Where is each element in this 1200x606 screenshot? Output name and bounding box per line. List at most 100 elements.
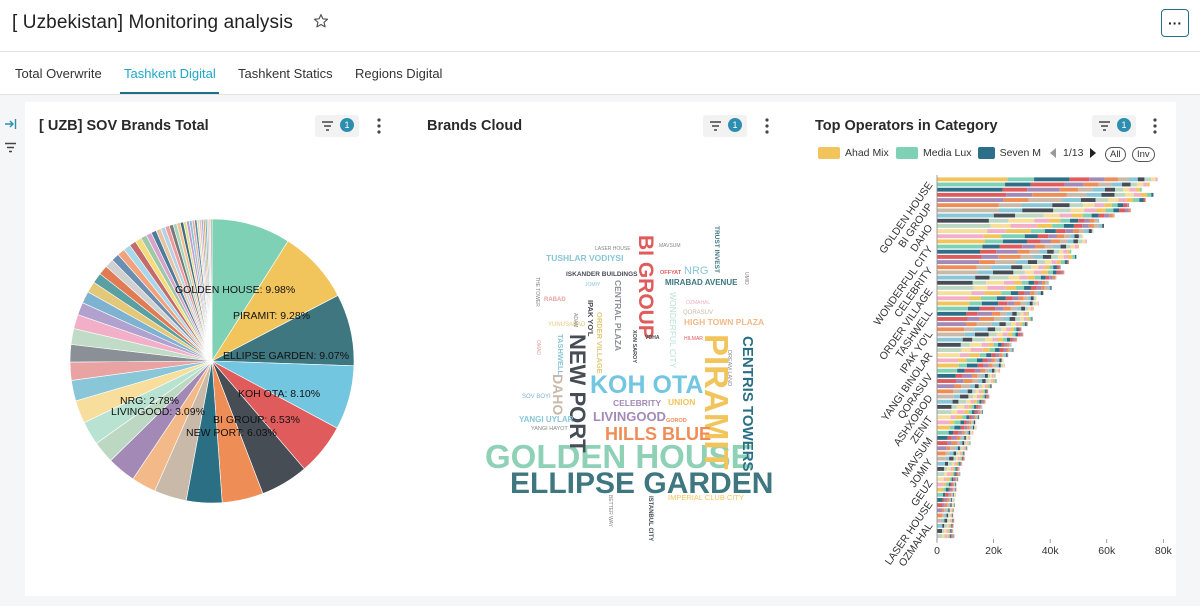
- bar-segment[interactable]: [954, 487, 956, 492]
- bar-segment[interactable]: [1002, 239, 1027, 244]
- bar-segment[interactable]: [988, 384, 991, 389]
- bar-segment[interactable]: [1133, 192, 1141, 197]
- cloud-word[interactable]: TUSHLAR VODIYSI: [546, 253, 623, 263]
- bar-segment[interactable]: [937, 342, 961, 347]
- legend-next-icon[interactable]: [1088, 147, 1098, 159]
- bar-segment[interactable]: [949, 508, 951, 513]
- cloud-word[interactable]: QORASUV: [683, 310, 713, 316]
- bar-segment[interactable]: [1040, 239, 1051, 244]
- bar-segment[interactable]: [1056, 265, 1060, 270]
- bar-segment[interactable]: [955, 415, 963, 420]
- bar-segment[interactable]: [1084, 208, 1096, 213]
- bar-segment[interactable]: [1033, 254, 1043, 259]
- bar-segment[interactable]: [952, 498, 954, 502]
- bar-segment[interactable]: [988, 342, 994, 347]
- bar-segment[interactable]: [1125, 192, 1134, 197]
- bar-segment[interactable]: [970, 430, 972, 435]
- bar-segment[interactable]: [1018, 296, 1024, 301]
- bar-segment[interactable]: [955, 482, 957, 487]
- bar-segment[interactable]: [937, 275, 976, 280]
- bar-segment[interactable]: [1004, 363, 1005, 368]
- bar-segment[interactable]: [962, 430, 965, 435]
- bar-segment[interactable]: [964, 404, 969, 409]
- bar-segment[interactable]: [1004, 342, 1007, 347]
- bar-segment[interactable]: [1000, 363, 1003, 368]
- bar-segment[interactable]: [1026, 317, 1030, 321]
- bar-segment[interactable]: [992, 311, 1001, 316]
- bar-segment[interactable]: [968, 394, 974, 399]
- bar-segment[interactable]: [971, 415, 975, 420]
- bar-segment[interactable]: [1070, 234, 1075, 239]
- bar-segment[interactable]: [1005, 322, 1012, 327]
- bar-segment[interactable]: [999, 244, 1023, 249]
- bar-segment[interactable]: [973, 420, 976, 425]
- bar-segment[interactable]: [1088, 223, 1094, 228]
- bar-segment[interactable]: [1082, 223, 1089, 228]
- bar-segment[interactable]: [1073, 223, 1083, 228]
- bar-segment[interactable]: [937, 420, 950, 425]
- bar-segment[interactable]: [1083, 182, 1099, 187]
- bar-segment[interactable]: [937, 379, 957, 383]
- bar-segment[interactable]: [999, 322, 1006, 327]
- cloud-word[interactable]: NRG: [684, 265, 708, 277]
- bar-segment[interactable]: [937, 518, 943, 523]
- bar-segment[interactable]: [937, 317, 968, 321]
- bar-segment[interactable]: [948, 492, 950, 497]
- bar-segment[interactable]: [1073, 239, 1078, 244]
- bar-segment[interactable]: [1020, 327, 1022, 332]
- bar-segment[interactable]: [937, 523, 943, 528]
- bar-segment[interactable]: [964, 425, 968, 430]
- star-icon[interactable]: [312, 12, 330, 30]
- bar-segment[interactable]: [1044, 229, 1056, 233]
- bar-segment[interactable]: [951, 523, 952, 528]
- bar-segment[interactable]: [993, 342, 999, 347]
- bar-segment[interactable]: [956, 441, 960, 446]
- bar-segment[interactable]: [985, 379, 989, 383]
- bar-segment[interactable]: [952, 430, 959, 435]
- bar-segment[interactable]: [1014, 337, 1017, 342]
- bar-segment[interactable]: [999, 353, 1002, 358]
- bar-segment[interactable]: [949, 529, 951, 533]
- bar-segment[interactable]: [987, 358, 992, 363]
- bar-segment[interactable]: [956, 477, 958, 482]
- bar-segment[interactable]: [979, 306, 996, 311]
- bar-segment[interactable]: [951, 404, 957, 409]
- bar-segment[interactable]: [1012, 311, 1017, 316]
- bar-segment[interactable]: [950, 498, 952, 502]
- bar-segment[interactable]: [1067, 239, 1074, 244]
- bar-segment[interactable]: [1151, 192, 1154, 197]
- bar-segment[interactable]: [1001, 342, 1005, 347]
- bar-segment[interactable]: [1066, 192, 1087, 197]
- bar-segment[interactable]: [1091, 213, 1099, 218]
- bar-segment[interactable]: [971, 420, 973, 425]
- bar-segment[interactable]: [1027, 306, 1031, 311]
- bar-segment[interactable]: [1035, 296, 1037, 301]
- bar-segment[interactable]: [1051, 260, 1057, 265]
- bar-segment[interactable]: [967, 317, 980, 321]
- bar-segment[interactable]: [937, 461, 946, 466]
- bar-segment[interactable]: [953, 389, 960, 394]
- bar-segment[interactable]: [937, 435, 948, 440]
- bar-segment[interactable]: [960, 461, 962, 466]
- bar-segment[interactable]: [949, 456, 954, 461]
- bar-segment[interactable]: [993, 270, 1014, 275]
- bar-segment[interactable]: [954, 482, 956, 487]
- bar-segment[interactable]: [937, 430, 949, 435]
- cloud-word[interactable]: CELEBRITY: [613, 398, 662, 408]
- bar-segment[interactable]: [944, 467, 947, 471]
- cloud-word[interactable]: TASHWELL: [556, 334, 565, 376]
- bar-segment[interactable]: [964, 420, 967, 425]
- bar-segment[interactable]: [950, 472, 953, 477]
- bar-segment[interactable]: [950, 503, 952, 508]
- bar-segment[interactable]: [1015, 322, 1020, 327]
- bar-segment[interactable]: [971, 425, 974, 430]
- bar-segment[interactable]: [968, 435, 970, 440]
- bar-segment[interactable]: [937, 301, 970, 306]
- bar-segment[interactable]: [1059, 239, 1068, 244]
- bar-segment[interactable]: [969, 384, 975, 389]
- bar-segment[interactable]: [1020, 254, 1034, 259]
- bar-segment[interactable]: [1073, 229, 1080, 233]
- bar-segment[interactable]: [1144, 177, 1152, 182]
- bar-segment[interactable]: [937, 399, 953, 404]
- bar-segment[interactable]: [993, 373, 995, 378]
